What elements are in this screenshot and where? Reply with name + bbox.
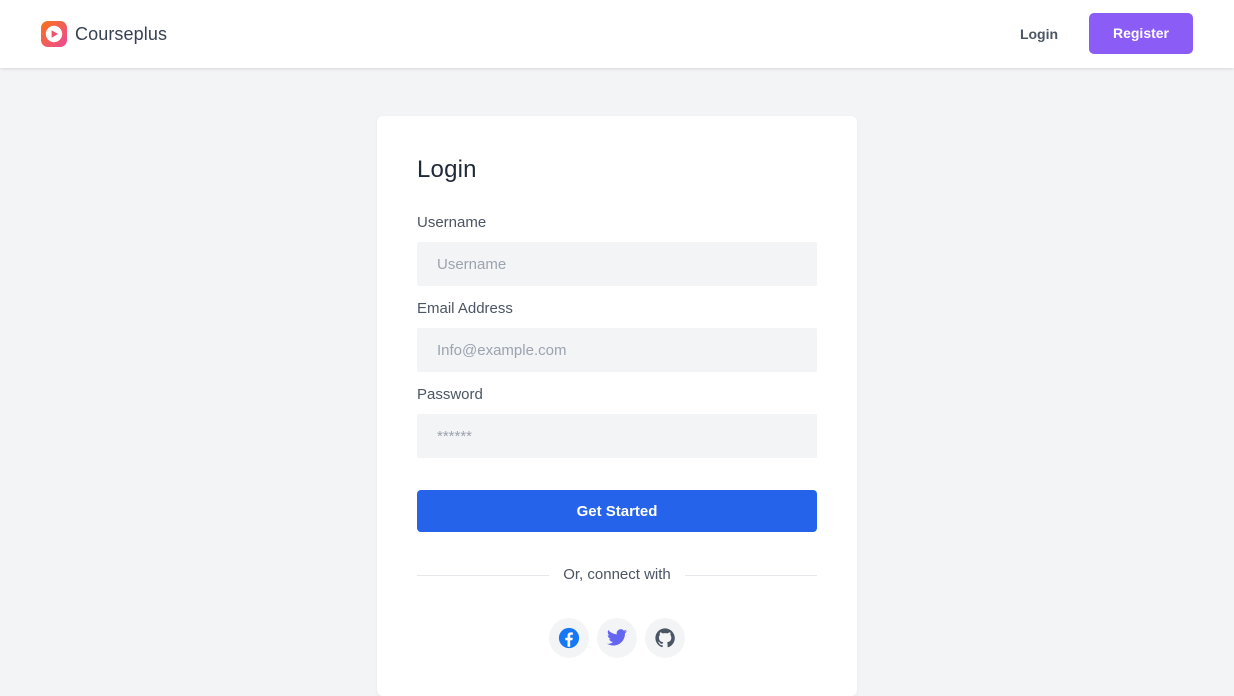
email-input[interactable] (417, 328, 817, 372)
register-button[interactable]: Register (1089, 13, 1193, 54)
play-logo-icon (41, 21, 67, 47)
password-input[interactable] (417, 414, 817, 458)
email-label: Email Address (417, 300, 513, 317)
github-button[interactable] (645, 618, 685, 658)
get-started-button[interactable]: Get Started (417, 490, 817, 532)
page-title: Login (417, 156, 477, 183)
top-navbar: Courseplus Login Register (0, 0, 1234, 68)
twitter-icon (606, 629, 628, 646)
divider: Or, connect with (417, 566, 817, 584)
divider-line-left (417, 575, 549, 576)
divider-line-right (685, 575, 817, 576)
brand-name: Courseplus (75, 23, 168, 44)
nav-login-link[interactable]: Login (1010, 23, 1068, 45)
password-label: Password (417, 386, 483, 403)
github-icon (655, 628, 675, 648)
twitter-button[interactable] (597, 618, 637, 658)
username-input[interactable] (417, 242, 817, 286)
divider-text: Or, connect with (563, 566, 671, 583)
login-card: Login Username Email Address Password Ge… (377, 116, 857, 696)
facebook-button[interactable] (549, 618, 589, 658)
username-label: Username (417, 214, 487, 231)
brand[interactable]: Courseplus (41, 21, 167, 47)
facebook-icon (558, 627, 580, 649)
